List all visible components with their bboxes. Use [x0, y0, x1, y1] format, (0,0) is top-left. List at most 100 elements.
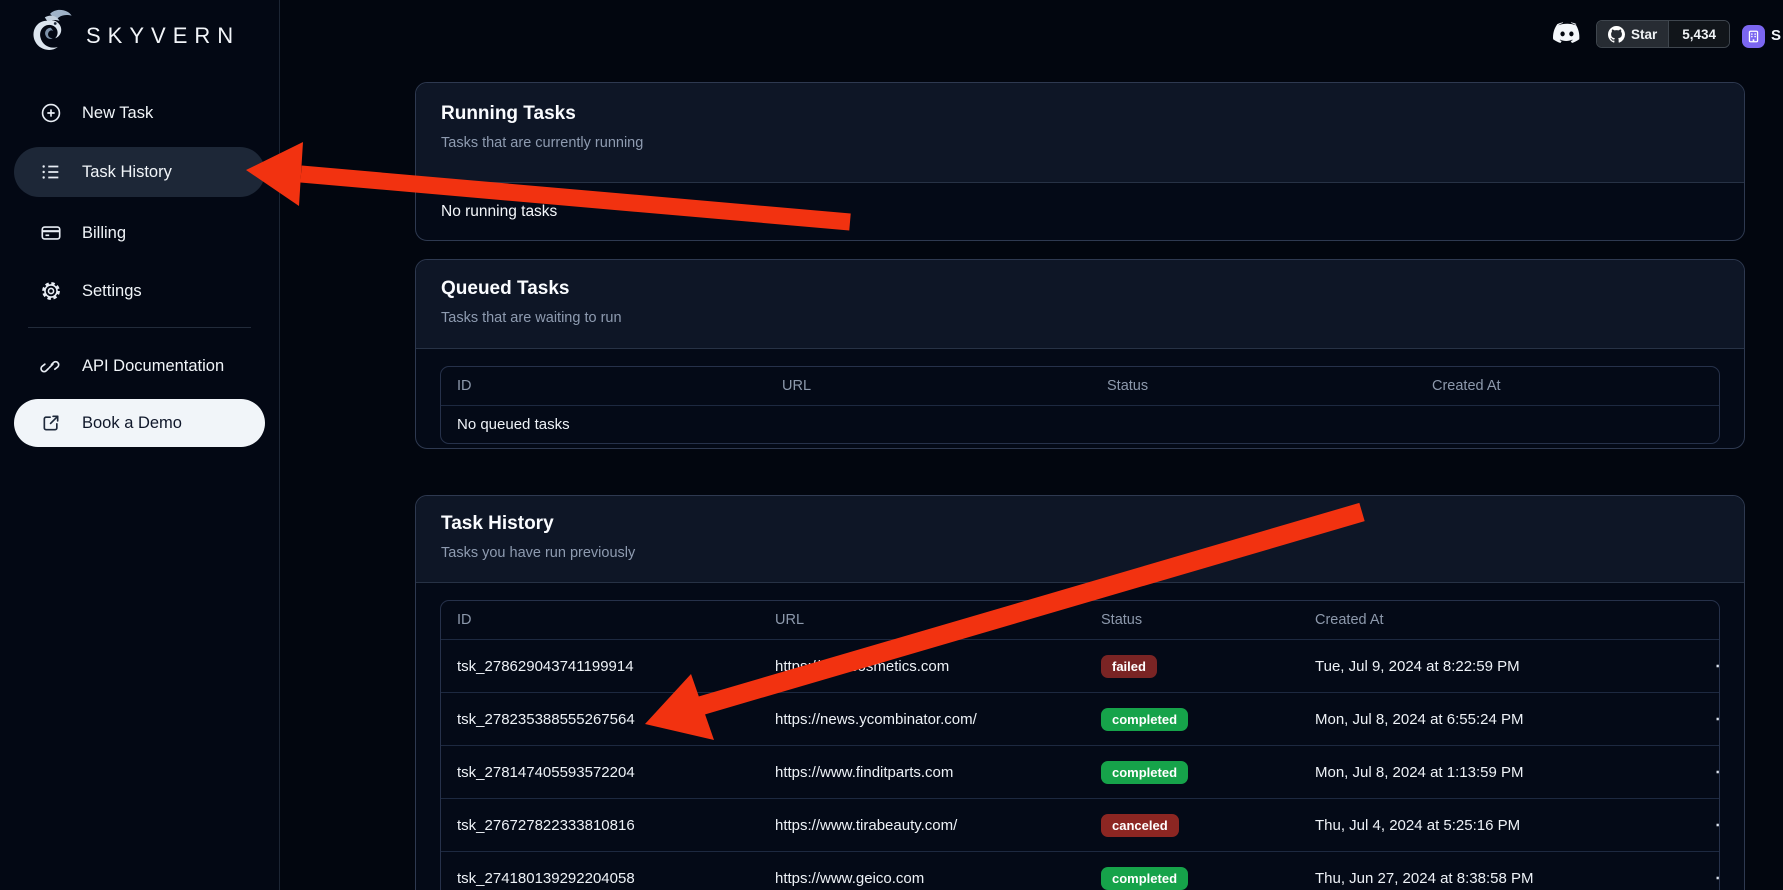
task-id-cell: tsk_276727822333810816 [441, 799, 759, 852]
row-actions-button[interactable]: ⋯ [1711, 707, 1719, 731]
task-row[interactable]: tsk_278235388555267564https://news.ycomb… [441, 693, 1719, 746]
queued-tasks-empty: No queued tasks [441, 406, 1719, 444]
task-row[interactable]: tsk_274180139292204058https://www.geico.… [441, 852, 1719, 890]
github-icon [1608, 26, 1625, 43]
sidebar: SKYVERN New Task Task History [0, 0, 280, 890]
running-tasks-card: Running Tasks Tasks that are currently r… [415, 82, 1745, 241]
task-id-cell: tsk_274180139292204058 [441, 852, 759, 890]
task-url-cell: https://www.tirabeauty.com/ [759, 799, 1085, 852]
task-created-at-cell: Thu, Jun 27, 2024 at 8:38:58 PM [1299, 852, 1695, 890]
column-header-url: URL [766, 367, 1091, 406]
sidebar-item-new-task[interactable]: New Task [0, 91, 279, 135]
column-header-status: Status [1091, 367, 1416, 406]
task-url-cell: https://www.finditparts.com [759, 746, 1085, 799]
running-tasks-header: Running Tasks Tasks that are currently r… [416, 83, 1744, 183]
link-icon [40, 355, 62, 377]
queued-tasks-table: IDURLStatusCreated At No queued tasks [440, 366, 1720, 444]
queued-table-header-row: IDURLStatusCreated At [441, 367, 1719, 406]
task-history-table: IDURLStatusCreated At tsk_27862904374119… [440, 600, 1720, 890]
github-star-button[interactable]: Star 5,434 [1596, 20, 1730, 48]
task-url-cell: https://news.ycombinator.com/ [759, 693, 1085, 746]
sidebar-item-label: Book a Demo [82, 414, 182, 433]
plus-circle-icon [40, 102, 62, 124]
task-created-at-cell: Thu, Jul 4, 2024 at 5:25:16 PM [1299, 799, 1695, 852]
sidebar-item-billing[interactable]: Billing [0, 211, 279, 255]
card-subtitle: Tasks that are currently running [441, 135, 1719, 151]
column-header-url: URL [759, 601, 1085, 640]
task-created-at-cell: Mon, Jul 8, 2024 at 1:13:59 PM [1299, 746, 1695, 799]
status-badge: canceled [1101, 814, 1179, 837]
task-history-header: Task History Tasks you have run previous… [416, 496, 1744, 583]
status-badge: completed [1101, 761, 1188, 784]
column-header-id: ID [441, 367, 766, 406]
github-star-count: 5,434 [1668, 21, 1729, 47]
column-header-created-at: Created At [1299, 601, 1695, 640]
task-actions-cell: ⋯ [1695, 640, 1719, 693]
task-created-at-cell: Mon, Jul 8, 2024 at 6:55:24 PM [1299, 693, 1695, 746]
task-id-cell: tsk_278629043741199914 [441, 640, 759, 693]
row-actions-button[interactable]: ⋯ [1711, 866, 1719, 890]
sidebar-nav: New Task Task History Billing [0, 91, 279, 447]
task-row[interactable]: tsk_276727822333810816https://www.tirabe… [441, 799, 1719, 852]
task-row[interactable]: tsk_278147405593572204https://www.findit… [441, 746, 1719, 799]
discord-icon[interactable] [1551, 21, 1583, 49]
card-subtitle: Tasks you have run previously [441, 545, 1719, 561]
org-name: S [1771, 27, 1781, 44]
external-link-icon [40, 412, 62, 434]
task-url-cell: https://www.geico.com [759, 852, 1085, 890]
status-badge: completed [1101, 708, 1188, 731]
building-icon [1747, 30, 1760, 43]
task-actions-cell: ⋯ [1695, 746, 1719, 799]
task-status-cell: completed [1085, 852, 1299, 890]
task-row[interactable]: tsk_278629043741199914https://tartecosme… [441, 640, 1719, 693]
column-header-status: Status [1085, 601, 1299, 640]
sidebar-item-label: Settings [82, 282, 142, 301]
status-badge: failed [1101, 655, 1157, 678]
task-status-cell: failed [1085, 640, 1299, 693]
running-tasks-empty: No running tasks [416, 183, 1744, 241]
column-header-created-at: Created At [1416, 367, 1719, 406]
task-url-cell: https://tartecosmetics.com [759, 640, 1085, 693]
row-actions-button[interactable]: ⋯ [1711, 760, 1719, 784]
task-status-cell: completed [1085, 693, 1299, 746]
card-title: Task History [441, 513, 1719, 535]
sidebar-item-api-documentation[interactable]: API Documentation [0, 344, 279, 388]
dragon-logo-icon [24, 8, 76, 63]
brand-name: SKYVERN [86, 23, 240, 49]
sidebar-item-book-a-demo[interactable]: Book a Demo [14, 399, 265, 447]
queued-tasks-header: Queued Tasks Tasks that are waiting to r… [416, 260, 1744, 349]
task-actions-cell: ⋯ [1695, 693, 1719, 746]
row-actions-button[interactable]: ⋯ [1711, 813, 1719, 837]
card-title: Queued Tasks [441, 278, 1719, 300]
sidebar-item-task-history[interactable]: Task History [14, 147, 265, 197]
gear-icon [40, 280, 62, 302]
task-id-cell: tsk_278147405593572204 [441, 746, 759, 799]
status-badge: completed [1101, 867, 1188, 890]
sidebar-item-label: API Documentation [82, 357, 224, 376]
task-actions-cell: ⋯ [1695, 799, 1719, 852]
task-created-at-cell: Tue, Jul 9, 2024 at 8:22:59 PM [1299, 640, 1695, 693]
github-star-label: Star [1631, 27, 1657, 42]
task-id-cell: tsk_278235388555267564 [441, 693, 759, 746]
card-title: Running Tasks [441, 103, 1719, 125]
sidebar-item-label: Task History [82, 163, 172, 182]
task-history-card: Task History Tasks you have run previous… [415, 495, 1745, 890]
skyvern-app: SKYVERN New Task Task History [0, 0, 1783, 890]
task-actions-cell: ⋯ [1695, 852, 1719, 890]
task-status-cell: completed [1085, 746, 1299, 799]
task-status-cell: canceled [1085, 799, 1299, 852]
credit-card-icon [40, 222, 62, 244]
queued-tasks-empty-row: No queued tasks [441, 406, 1719, 444]
sidebar-item-label: Billing [82, 224, 126, 243]
sidebar-divider [28, 327, 251, 328]
queued-tasks-card: Queued Tasks Tasks that are waiting to r… [415, 259, 1745, 449]
sidebar-item-settings[interactable]: Settings [0, 269, 279, 313]
row-actions-button[interactable]: ⋯ [1711, 654, 1719, 678]
org-avatar[interactable] [1742, 25, 1765, 48]
list-icon [40, 161, 62, 183]
column-header-actions [1695, 601, 1719, 640]
column-header-id: ID [441, 601, 759, 640]
brand-logo: SKYVERN [0, 0, 279, 63]
history-table-header-row: IDURLStatusCreated At [441, 601, 1719, 640]
sidebar-item-label: New Task [82, 104, 153, 123]
